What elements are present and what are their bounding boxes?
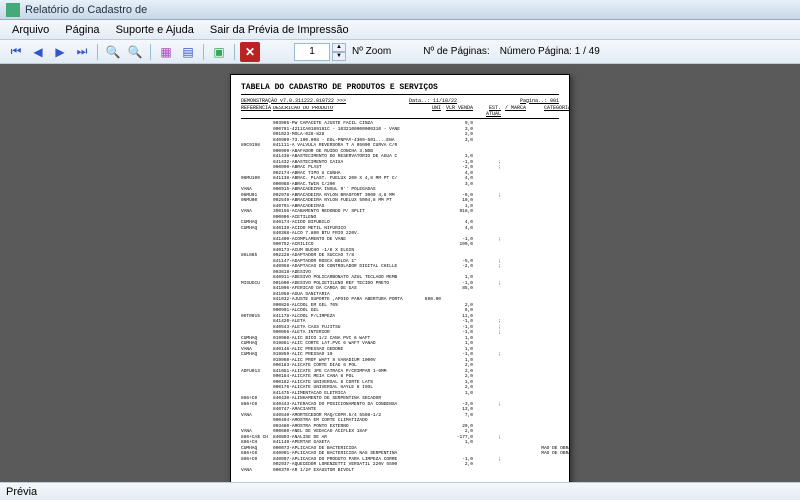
zoom-input[interactable] [294,43,330,61]
window-title: Relatório do Cadastro de [25,4,147,16]
status-text: Prévia [6,486,37,498]
zoom-spinner: ▲ ▼ [332,43,346,61]
prev-page-button[interactable]: ◀ [28,42,48,62]
hdr-cat: CATEGORIA [531,106,570,117]
status-bar: Prévia [0,482,800,500]
hdr-uni: UNI [421,106,441,117]
toolbar-separator [234,44,235,60]
toolbar: ⏮ ◀ ▶ ⏭ 🔍 🔍 ▦ ▤ ▣ ✕ ▲ ▼ Nº Zoom Nº de Pá… [0,40,800,64]
zoom-up-button[interactable]: ▲ [332,43,346,52]
close-preview-button[interactable]: ✕ [240,42,260,62]
zoom-label: Nº Zoom [352,46,391,57]
toolbar-separator [97,44,98,60]
report-demo: DEMONSTRAÇÃO v7.0.311222.010722 >>> [241,99,346,105]
hdr-est: EST. ATUAL [473,106,501,117]
table-row: VANA000370-AR 1/2# EXAUSTOR BIVOLT [241,468,559,474]
first-page-button[interactable]: ⏮ [6,42,26,62]
window-titlebar: Relatório do Cadastro de [0,0,800,20]
hdr-desc: DESCRICAO DO PRODUTO [273,106,421,117]
report-subheader: DEMONSTRAÇÃO v7.0.311222.010722 >>> Data… [241,99,559,105]
report-pagenum: Pagina..: 001 [520,99,559,105]
page-number-info: Número Página: 1 / 49 [500,46,600,57]
app-icon [6,3,20,17]
next-page-button[interactable]: ▶ [50,42,70,62]
hdr-ref: REFERENCIA [241,106,273,117]
report-page: TABELA DO CADASTRO DE PRODUTOS E SERVIÇO… [230,74,570,482]
doc-button-1[interactable]: ▦ [156,42,176,62]
menu-suporte[interactable]: Suporte e Ajuda [108,22,202,38]
doc-button-2[interactable]: ▤ [178,42,198,62]
report-columns-header: REFERENCIA DESCRICAO DO PRODUTO UNI VLR … [241,106,559,119]
zoom-out-button[interactable]: 🔍 [103,42,123,62]
menu-sair[interactable]: Sair da Prévia de Impressão [202,22,357,38]
report-title: TABELA DO CADASTRO DE PRODUTOS E SERVIÇO… [241,85,559,95]
preview-area[interactable]: TABELA DO CADASTRO DE PRODUTOS E SERVIÇO… [0,64,800,482]
toolbar-separator [150,44,151,60]
menu-pagina[interactable]: Página [57,22,107,38]
hdr-marca: / MARCA [501,106,531,117]
zoom-in-button[interactable]: 🔍 [125,42,145,62]
export-button[interactable]: ▣ [209,42,229,62]
toolbar-separator [203,44,204,60]
pages-label: Nº de Páginas: [423,46,489,57]
last-page-button[interactable]: ⏭ [72,42,92,62]
menu-arquivo[interactable]: Arquivo [4,22,57,38]
menu-bar: Arquivo Página Suporte e Ajuda Sair da P… [0,20,800,40]
hdr-vlr: VLR VENDA [441,106,473,117]
zoom-down-button[interactable]: ▼ [332,52,346,61]
report-date: Data..: 11/10/22 [409,99,457,105]
report-rows: 003905-PW CAPACETE AJUSTE FACIL CINZA9,9… [241,121,559,473]
